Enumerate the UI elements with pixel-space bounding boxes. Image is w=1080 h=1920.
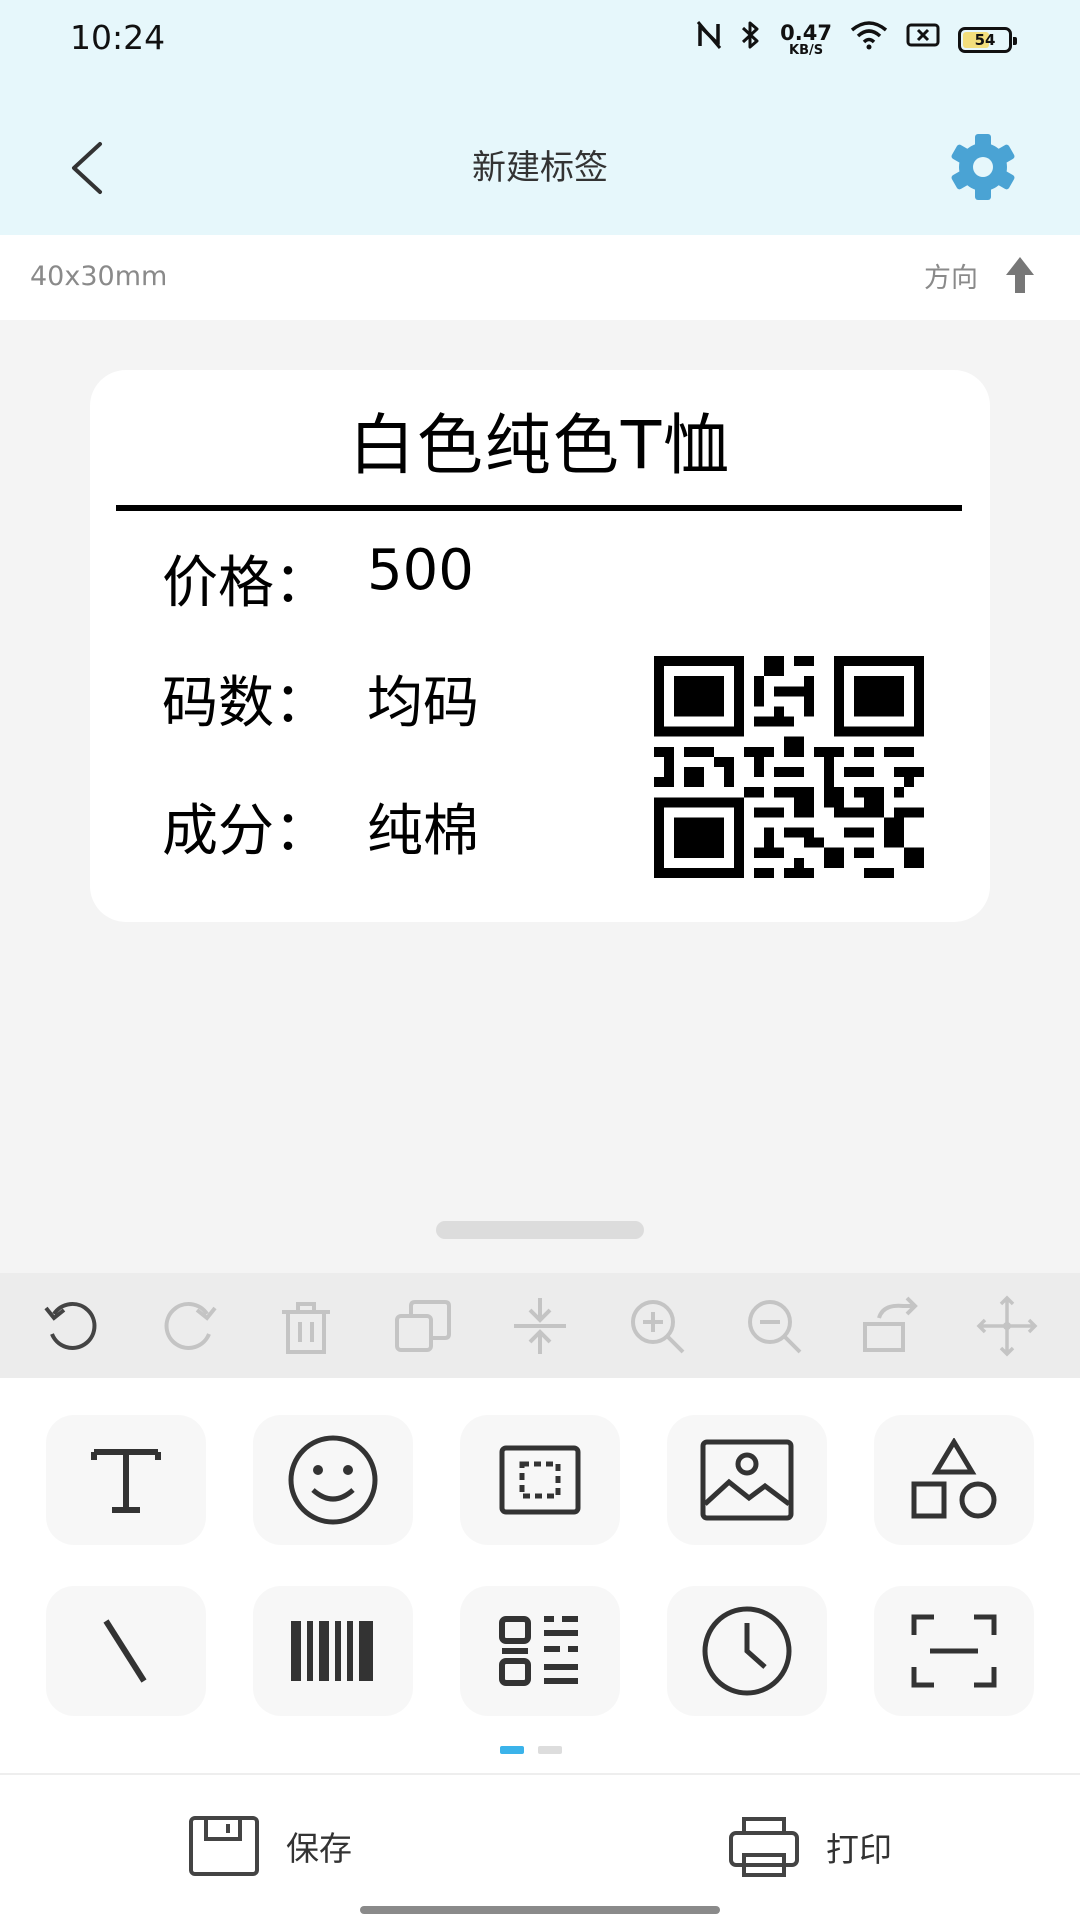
barcode-icon <box>291 1621 373 1681</box>
printer-icon <box>729 1817 799 1877</box>
label-field-material[interactable]: 成分： 纯棉 <box>162 786 479 867</box>
clock-icon <box>702 1606 792 1696</box>
page-indicator <box>500 1746 562 1754</box>
emoji-icon <box>288 1435 378 1525</box>
field-value: 均码 <box>367 671 479 736</box>
label-field-price[interactable]: 价格： 500 <box>162 538 474 619</box>
label-size: 40x30mm <box>30 261 168 292</box>
field-value: 纯棉 <box>367 799 479 864</box>
page-title: 新建标签 <box>472 148 608 188</box>
delete-icon <box>282 1301 331 1354</box>
qrcode-icon <box>499 1616 578 1686</box>
align-center-button[interactable] <box>500 1286 580 1366</box>
battery-level: 54 <box>974 31 996 49</box>
top-bar: 10:24 0.47 KB/S 54 新建标签 <box>0 0 1080 235</box>
print-label: 打印 <box>826 1830 892 1869</box>
net-speed: 0.47 KB/S <box>780 21 832 58</box>
insert-panel <box>0 1378 1080 1773</box>
net-speed-value: 0.47 <box>780 21 832 45</box>
move-button[interactable] <box>967 1286 1047 1366</box>
rotate-icon <box>862 1296 918 1352</box>
direction-button[interactable]: 方向 <box>924 255 1036 295</box>
zoom-out-icon <box>747 1299 802 1353</box>
home-indicator[interactable] <box>360 1906 720 1914</box>
status-icons: 0.47 KB/S 54 <box>696 20 1017 61</box>
net-speed-unit: KB/S <box>789 43 824 58</box>
frame-icon <box>499 1445 581 1515</box>
scan-icon <box>911 1614 997 1688</box>
panel-drag-handle[interactable] <box>436 1221 644 1239</box>
label-field-size[interactable]: 码数： 均码 <box>162 658 479 739</box>
rotate-button[interactable] <box>851 1286 931 1366</box>
gear-icon <box>951 134 1015 200</box>
insert-barcode-button[interactable] <box>253 1586 413 1716</box>
save-button[interactable]: 保存 <box>188 1815 352 1877</box>
field-value: 500 <box>367 538 474 603</box>
zoom-out-button[interactable] <box>734 1286 814 1366</box>
save-label: 保存 <box>286 1829 352 1868</box>
bottom-bar: 保存 打印 <box>0 1773 1080 1920</box>
image-icon <box>700 1439 794 1521</box>
arrow-up-icon <box>1006 257 1034 293</box>
insert-scan-button[interactable] <box>874 1586 1034 1716</box>
insert-emoji-button[interactable] <box>253 1415 413 1545</box>
page-dot-2[interactable] <box>538 1746 562 1754</box>
copy-icon <box>395 1299 452 1352</box>
insert-time-button[interactable] <box>667 1586 827 1716</box>
wifi-icon <box>850 20 888 61</box>
redo-icon <box>164 1301 217 1350</box>
insert-qrcode-button[interactable] <box>460 1586 620 1716</box>
print-button[interactable]: 打印 <box>728 1815 892 1879</box>
label-divider[interactable] <box>116 505 962 511</box>
bluetooth-icon <box>740 20 762 61</box>
insert-text-button[interactable] <box>46 1415 206 1545</box>
qr-code[interactable] <box>654 656 924 878</box>
field-key: 成分： <box>162 799 330 864</box>
sim-off-icon <box>906 20 940 60</box>
save-icon <box>189 1816 259 1876</box>
insert-shapes-button[interactable] <box>874 1415 1034 1545</box>
redo-button[interactable] <box>149 1286 229 1366</box>
edit-toolbar <box>0 1273 1080 1378</box>
label-canvas[interactable]: 白色纯色T恤 价格： 500 码数： 均码 成分： 纯棉 <box>90 370 990 922</box>
zoom-in-icon <box>630 1299 685 1353</box>
insert-frame-button[interactable] <box>460 1415 620 1545</box>
move-icon <box>976 1295 1038 1356</box>
copy-button[interactable] <box>383 1286 463 1366</box>
text-icon <box>91 1449 161 1513</box>
shapes-icon <box>911 1438 997 1519</box>
undo-button[interactable] <box>32 1286 112 1366</box>
field-key: 价格： <box>162 551 330 616</box>
undo-icon <box>44 1301 97 1350</box>
align-center-icon <box>513 1297 566 1354</box>
line-icon <box>103 1619 147 1683</box>
direction-label: 方向 <box>924 262 978 294</box>
label-info-row: 40x30mm 方向 <box>0 235 1080 320</box>
delete-button[interactable] <box>266 1286 346 1366</box>
zoom-in-button[interactable] <box>617 1286 697 1366</box>
insert-image-button[interactable] <box>667 1415 827 1545</box>
nfc-icon <box>696 20 722 61</box>
status-time: 10:24 <box>70 18 166 57</box>
label-title[interactable]: 白色纯色T恤 <box>90 392 990 488</box>
battery-icon: 54 <box>958 27 1017 53</box>
page-dot-1[interactable] <box>500 1746 524 1754</box>
settings-button[interactable] <box>946 130 1020 204</box>
insert-line-button[interactable] <box>46 1586 206 1716</box>
field-key: 码数： <box>162 671 330 736</box>
